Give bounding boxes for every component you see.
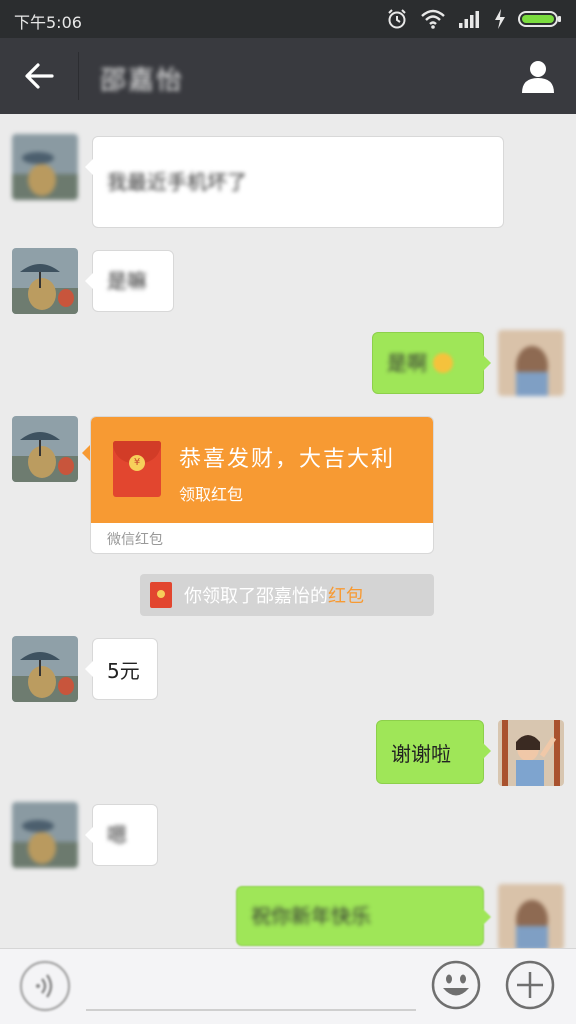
wifi-icon [421, 9, 445, 29]
red-packet-body: ¥ 恭喜发财，大吉大利 领取红包 [91, 417, 433, 523]
message-bubble-self[interactable]: 祝你新年快乐 [236, 886, 491, 946]
red-packet-footer: 微信红包 [107, 532, 163, 548]
status-icons [386, 8, 562, 30]
message-bubble-contact[interactable]: 我最近手机坏了 [85, 136, 504, 228]
contact-avatar[interactable] [12, 636, 78, 702]
more-button[interactable] [504, 959, 556, 1011]
red-envelope-icon: ¥ [113, 441, 161, 497]
message-bubble-contact[interactable]: 是嘛 [85, 250, 174, 312]
red-packet-title: 恭喜发财，大吉大利 [179, 447, 396, 472]
plus-icon [505, 960, 555, 1010]
battery-icon [518, 11, 561, 27]
self-avatar[interactable] [498, 884, 564, 948]
contact-avatar[interactable] [12, 802, 78, 868]
red-packet-subtitle: 领取红包 [179, 485, 244, 504]
message-text: 5元 [107, 658, 140, 683]
voice-icon [36, 974, 53, 998]
message-text: 是啊 [387, 351, 427, 375]
message-bubble-contact[interactable]: 嗯 [85, 804, 158, 866]
message-text: 谢谢啦 [391, 741, 451, 766]
self-avatar[interactable] [498, 720, 564, 786]
message-text: 是嘛 [107, 269, 147, 293]
signal-icon [459, 11, 479, 28]
chat-title: 邵嘉怡 [100, 66, 185, 96]
notice-link-red-packet[interactable]: 红包 [328, 586, 364, 607]
input-bar [0, 948, 576, 1024]
system-notice: 你领取了邵嘉怡的红包 [140, 574, 434, 616]
arrow-left-icon [25, 63, 54, 89]
back-button[interactable] [18, 58, 60, 94]
emoji-icon [431, 960, 481, 1010]
charging-icon [495, 9, 505, 29]
message-bubble-self[interactable]: 谢谢啦 [376, 720, 491, 784]
header-divider [78, 52, 79, 100]
message-text: 祝你新年快乐 [251, 904, 371, 928]
status-time: 下午5:06 [14, 13, 82, 32]
red-envelope-icon [150, 582, 172, 608]
message-bubble-contact[interactable]: 5元 [85, 638, 158, 700]
smiley-emoji-icon [433, 353, 453, 373]
message-bubble-self[interactable]: 是啊 [372, 332, 491, 394]
alarm-icon [388, 9, 406, 29]
profile-button[interactable] [518, 56, 558, 96]
notice-text: 你领取了邵嘉怡的红包 [184, 586, 364, 607]
contact-avatar[interactable] [12, 134, 78, 200]
person-icon [522, 61, 554, 93]
message-text: 嗯 [107, 823, 127, 847]
contact-avatar[interactable] [12, 416, 78, 482]
chat-header: 邵嘉怡 [0, 38, 576, 114]
status-bar: 下午5:06 [0, 0, 576, 38]
message-text: 我最近手机坏了 [107, 170, 247, 194]
contact-avatar[interactable] [12, 248, 78, 314]
message-list[interactable]: 我最近手机坏了 是嘛 是啊 ¥ 恭喜发财，大吉大利 领取红包 微信红包 你领取了… [0, 114, 576, 948]
voice-button[interactable] [20, 961, 70, 1011]
emoji-button[interactable] [430, 959, 482, 1011]
red-packet-message[interactable]: ¥ 恭喜发财，大吉大利 领取红包 微信红包 [90, 416, 434, 554]
message-input[interactable] [86, 1009, 416, 1011]
self-avatar[interactable] [498, 330, 564, 396]
